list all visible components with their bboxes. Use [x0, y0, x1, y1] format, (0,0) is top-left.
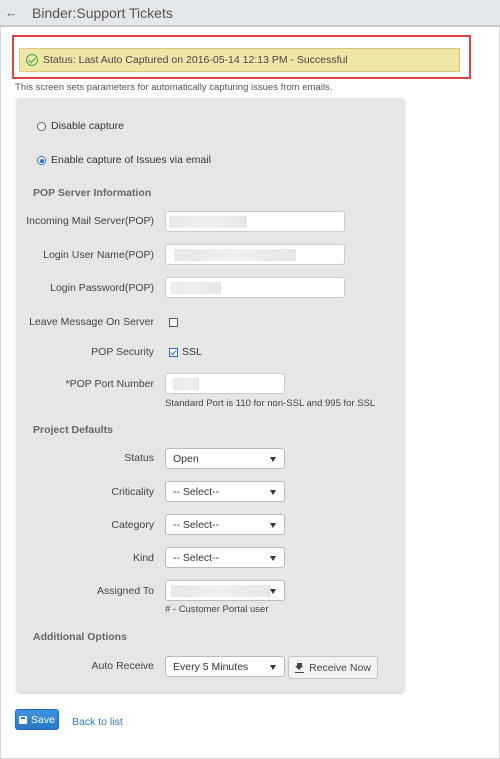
label-pop-port: *POP Port Number — [65, 378, 154, 390]
label-pop-security: POP Security — [91, 346, 154, 358]
assigned-to-hint: # - Customer Portal user — [165, 604, 269, 615]
category-selected: -- Select-- — [173, 518, 220, 531]
floppy-disk-icon — [19, 715, 28, 724]
label-category: Category — [111, 519, 154, 531]
section-project-defaults: Project Defaults — [33, 424, 113, 436]
caret-down-icon — [270, 589, 276, 594]
redacted-value — [171, 282, 221, 294]
kind-select[interactable]: -- Select-- — [165, 547, 285, 568]
label-incoming-mail-server: Incoming Mail Server(POP) — [26, 215, 154, 227]
pop-port-input[interactable] — [165, 373, 285, 394]
auto-receive-select[interactable]: Every 5 Minutes — [165, 656, 285, 677]
radio-enable-capture[interactable]: Enable capture of Issues via email — [37, 154, 211, 166]
label-login-password: Login Password(POP) — [50, 282, 154, 294]
criticality-selected: -- Select-- — [173, 485, 220, 498]
label-leave-message: Leave Message On Server — [29, 316, 154, 328]
ssl-label: SSL — [182, 346, 202, 358]
download-icon — [295, 662, 305, 673]
incoming-mail-server-input[interactable] — [165, 211, 345, 232]
login-user-name-input[interactable] — [165, 244, 345, 265]
caret-down-icon — [270, 665, 276, 670]
radio-label: Disable capture — [51, 120, 124, 132]
receive-now-label: Receive Now — [309, 661, 371, 674]
leave-message-checkbox[interactable] — [169, 318, 178, 327]
check-circle-icon — [26, 54, 38, 66]
redacted-value — [169, 216, 247, 228]
radio-button[interactable] — [37, 121, 46, 131]
radio-disable-capture[interactable]: Disable capture — [37, 120, 124, 132]
caret-down-icon — [270, 556, 276, 561]
section-additional-options: Additional Options — [33, 631, 127, 643]
criticality-select[interactable]: -- Select-- — [165, 481, 285, 502]
page-title: Binder:Support Tickets — [32, 5, 173, 21]
ssl-checkbox[interactable] — [169, 348, 178, 357]
login-password-input[interactable] — [165, 277, 345, 298]
save-button[interactable]: Save — [15, 709, 59, 730]
port-hint: Standard Port is 110 for non-SSL and 995… — [165, 398, 376, 409]
status-selected: Open — [173, 452, 199, 465]
status-banner: Status: Last Auto Captured on 2016-05-14… — [19, 48, 460, 72]
section-pop-server: POP Server Information — [33, 187, 152, 199]
label-status: Status — [124, 452, 154, 464]
radio-button[interactable] — [37, 155, 46, 165]
category-select[interactable]: -- Select-- — [165, 514, 285, 535]
label-login-user-name: Login User Name(POP) — [43, 249, 154, 261]
caret-down-icon — [270, 490, 276, 495]
redacted-value — [174, 249, 296, 261]
kind-selected: -- Select-- — [173, 551, 220, 564]
label-assigned-to: Assigned To — [96, 585, 154, 597]
label-auto-receive: Auto Receive — [91, 660, 154, 672]
assigned-to-select[interactable] — [165, 580, 285, 601]
caret-down-icon — [270, 523, 276, 528]
label-criticality: Criticality — [111, 486, 154, 498]
redacted-value — [171, 585, 271, 597]
radio-label: Enable capture of Issues via email — [51, 154, 211, 166]
page-description: This screen sets parameters for automati… — [15, 82, 333, 93]
receive-now-button[interactable]: Receive Now — [288, 656, 378, 679]
status-text: Status: Last Auto Captured on 2016-05-14… — [43, 54, 348, 66]
back-to-list-link[interactable]: Back to list — [72, 716, 123, 728]
status-select[interactable]: Open — [165, 448, 285, 469]
page-header: ← Binder:Support Tickets — [0, 0, 500, 27]
label-kind: Kind — [132, 552, 154, 564]
redacted-value — [173, 378, 199, 390]
auto-receive-selected: Every 5 Minutes — [173, 660, 249, 673]
save-label: Save — [31, 713, 55, 726]
arrow-left-icon[interactable]: ← — [5, 5, 18, 20]
caret-down-icon — [270, 457, 276, 462]
